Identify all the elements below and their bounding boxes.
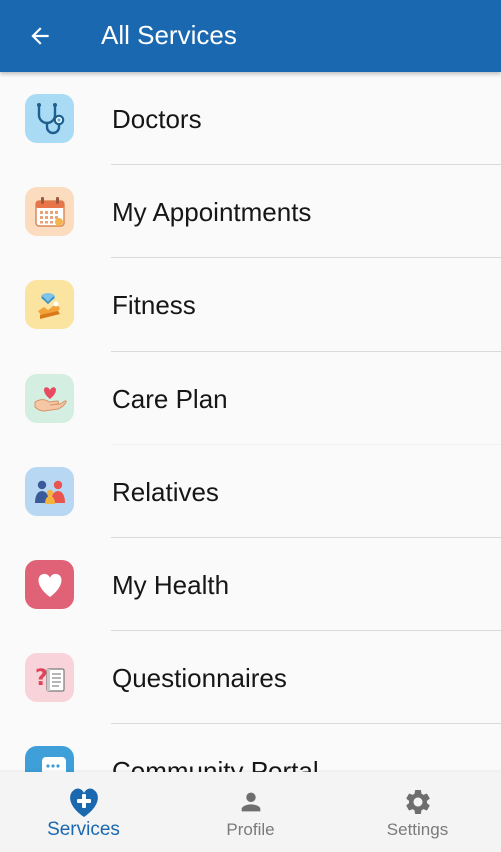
service-label: Community Portal [112, 756, 319, 772]
care-plan-icon [25, 373, 74, 423]
service-item-relatives[interactable]: Relatives [0, 445, 501, 538]
chat-icon [25, 746, 74, 772]
service-item-fitness[interactable]: Fitness [0, 258, 501, 352]
nav-label: Services [47, 819, 120, 840]
bottom-navigation: Services Profile Settings [0, 772, 501, 852]
svg-text:?: ? [35, 666, 48, 691]
service-item-my-health[interactable]: My Health [0, 538, 501, 632]
service-label: Fitness [112, 290, 196, 321]
service-label: My Appointments [112, 197, 312, 228]
calendar-icon [25, 187, 74, 237]
service-label: Relatives [112, 476, 219, 507]
person-icon [233, 784, 269, 820]
service-item-my-appointments[interactable]: My Appointments [0, 165, 501, 259]
service-label: Care Plan [112, 383, 228, 414]
nav-label: Settings [386, 820, 449, 839]
services-heart-icon [66, 784, 102, 820]
gear-icon [400, 784, 436, 820]
back-button[interactable] [20, 16, 60, 56]
service-item-doctors[interactable]: Doctors [0, 72, 501, 166]
service-item-questionnaires[interactable]: ? Questionnaires [0, 631, 501, 725]
relatives-icon [25, 466, 74, 516]
service-label: Doctors [112, 104, 202, 134]
service-label: Questionnaires [112, 663, 287, 694]
services-list[interactable]: Doctors My Appointments Fitness Care Pla… [0, 72, 501, 772]
nav-label: Profile [226, 820, 275, 839]
heart-icon [25, 559, 74, 609]
fitness-icon [25, 280, 74, 330]
page-title: All Services [101, 20, 237, 50]
service-label: My Health [112, 569, 230, 600]
app-bar: All Services [0, 0, 501, 72]
nav-item-profile[interactable]: Profile [167, 772, 334, 852]
nav-item-services[interactable]: Services [0, 772, 167, 852]
stethoscope-icon [25, 94, 74, 143]
service-item-community-portal[interactable]: Community Portal [0, 724, 501, 772]
questionnaire-icon: ? [25, 653, 74, 703]
arrow-left-icon [31, 27, 49, 45]
nav-item-settings[interactable]: Settings [334, 772, 501, 852]
service-item-care-plan[interactable]: Care Plan [0, 352, 501, 445]
